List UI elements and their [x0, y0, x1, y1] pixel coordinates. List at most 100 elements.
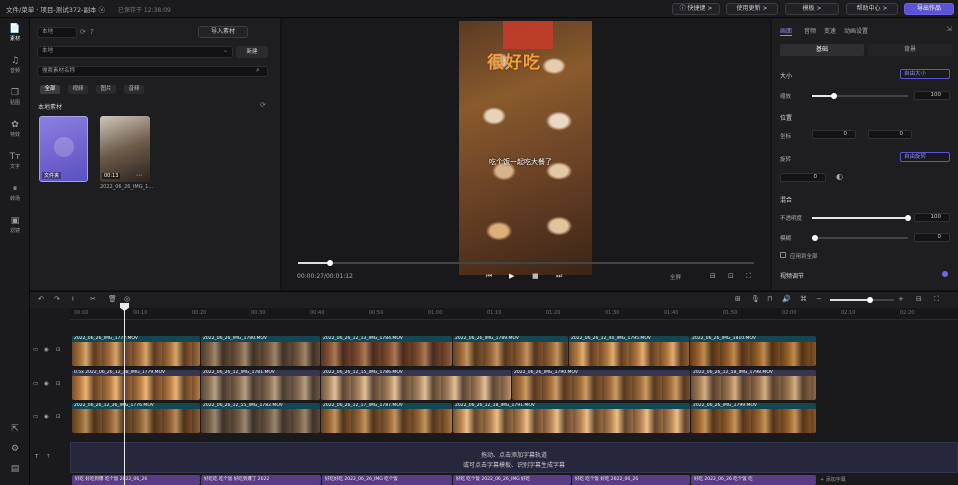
export-button[interactable]: 导出作品: [904, 3, 954, 15]
zoom-select[interactable]: 全屏: [670, 273, 681, 281]
lock-icon[interactable]: ⊡: [56, 414, 61, 420]
speaker-icon[interactable]: 🔊: [782, 295, 791, 303]
more-icon[interactable]: ⋯: [136, 172, 142, 179]
eye-icon[interactable]: ◉: [44, 381, 49, 387]
zoom-in-icon[interactable]: +: [898, 295, 904, 303]
subtitle-clip[interactable]: 好吃 吃个饭 2022_06_26_IMG 好吃: [453, 475, 571, 485]
magnet-icon[interactable]: ⊓: [767, 295, 772, 303]
pin-icon[interactable]: ⇲: [946, 25, 952, 33]
export-side-icon[interactable]: ⇱: [2, 424, 28, 434]
playhead[interactable]: [124, 305, 125, 485]
time-ruler[interactable]: 00:00 00:10 00:20 00:30 00:40 00:50 01:0…: [70, 308, 958, 320]
import-button[interactable]: 导入素材: [198, 26, 248, 38]
refresh-icon[interactable]: ⟳: [80, 28, 86, 36]
rail-item-transition[interactable]: ⏸ 转场: [2, 184, 28, 202]
zoom-out-icon[interactable]: −: [816, 295, 822, 303]
help-circle-icon[interactable]: ?: [90, 28, 94, 36]
rotate-dial-icon[interactable]: ◐: [836, 172, 843, 181]
timeline-clip[interactable]: 2022_06_26_12_36_IMG_1776.MOV: [72, 403, 200, 433]
size-mode-select[interactable]: 自由大小: [900, 69, 950, 79]
fullscreen-icon[interactable]: ⛶: [746, 272, 751, 281]
timeline-clip[interactable]: 2022_06_26_12_IMG_1781.MOV: [201, 370, 320, 400]
eye-icon[interactable]: ◉: [44, 414, 49, 420]
subtitle-clip[interactable]: 好吃好吃 2022_06_26_IMG 吃个饭: [322, 475, 452, 485]
tab-picture[interactable]: 画面: [780, 26, 793, 36]
filter-video[interactable]: 视频: [68, 85, 88, 94]
prev-frame-icon[interactable]: ⏮: [486, 272, 492, 281]
blur-slider[interactable]: [812, 235, 908, 241]
snapshot-icon[interactable]: ⊞: [735, 295, 741, 303]
timeline-clip[interactable]: 2022_06_26_12_58_IMG_1798.MOV: [691, 370, 816, 400]
settings-side-icon[interactable]: ⚙: [2, 444, 28, 454]
cut-icon[interactable]: ✂: [90, 295, 96, 303]
info-icon[interactable]: [942, 271, 948, 277]
undo-icon[interactable]: ↶: [38, 295, 44, 303]
subtab-basic[interactable]: 基础: [780, 44, 864, 56]
timeline-clip[interactable]: 2022_06_26_IMG_1777.MOV: [72, 336, 200, 366]
timeline-clip[interactable]: 2022_06_26_12_17_IMG_1787.MOV: [321, 403, 452, 433]
stop-icon[interactable]: ■: [532, 272, 539, 280]
split-icon[interactable]: ⟊: [72, 295, 74, 304]
filter-audio[interactable]: 音频: [124, 85, 144, 94]
rail-item-filter[interactable]: ▣ 滤镜: [2, 216, 28, 234]
sync-icon[interactable]: ⟳: [260, 101, 266, 109]
zoom-knob[interactable]: [867, 297, 873, 303]
tab-animation[interactable]: 动画设置: [844, 26, 868, 35]
rotate-input[interactable]: 0: [780, 173, 826, 182]
subtitle-clip[interactable]: 好吃 吃个饭 好吃 2022_06_26: [572, 475, 690, 485]
filter-all[interactable]: 全部: [40, 85, 60, 94]
video-adjust-label[interactable]: 视频调节: [780, 271, 804, 280]
lock-icon[interactable]: ⊡: [56, 347, 61, 353]
video-frame[interactable]: 很好吃 吃个饭一起吃大餐了: [459, 21, 592, 275]
update-button[interactable]: 使用更新 >: [726, 3, 778, 15]
blur-input[interactable]: 0: [914, 233, 950, 242]
eye-icon[interactable]: ◉: [44, 347, 49, 353]
rail-item-text[interactable]: Tт 文字: [2, 152, 28, 170]
timeline-clip[interactable]: 2022_06_26_12_18_IMG_1791.MOV: [453, 403, 690, 433]
timeline-clip[interactable]: 2022_06_26_12_13_IMG_1784.MOV: [321, 336, 452, 366]
delete-icon[interactable]: 🗑: [108, 295, 117, 303]
tab-speed[interactable]: 变速: [824, 26, 836, 35]
redo-icon[interactable]: ↷: [54, 295, 60, 303]
timeline-clip[interactable]: 2022_06_26_12_15_IMG_1786.MOV: [321, 370, 511, 400]
zoom-slider[interactable]: [830, 297, 894, 303]
opacity-slider[interactable]: [812, 215, 911, 221]
subtitle-clip[interactable]: 好吃 好吃到爆 吃个饭 2022_06_26: [72, 475, 200, 485]
add-subtitle-link[interactable]: + 添加字幕: [820, 476, 846, 483]
timeline-clip[interactable]: 2022_06_26_IMG_1789.MOV: [453, 336, 568, 366]
position-x-input[interactable]: 0: [812, 130, 856, 139]
subtitle-clip[interactable]: 好吃 2022_06_26 吃个饭 吃: [691, 475, 816, 485]
subtab-background[interactable]: 背景: [868, 44, 952, 56]
record-icon[interactable]: ◎: [124, 295, 130, 303]
timeline-clip[interactable]: 0.5x 2022_06_26_12_38_IMG_1779.MOV: [72, 370, 200, 400]
media-item-folder[interactable]: 文件夹: [39, 116, 88, 182]
template-button[interactable]: 模板 >: [785, 3, 839, 15]
play-icon[interactable]: ▶: [509, 272, 514, 280]
timeline-clip[interactable]: 2022_06_26_IMG_1780.MOV: [201, 336, 320, 366]
media-item-video[interactable]: 00:13 ⋯: [100, 116, 150, 182]
rail-item-effects[interactable]: ✿ 特效: [2, 120, 28, 138]
rail-item-audio[interactable]: ♫ 音频: [2, 56, 28, 74]
mic-icon[interactable]: 🎙: [751, 295, 760, 303]
rotate-mode-select[interactable]: 自由旋转: [900, 152, 950, 162]
subtitle-drop-zone[interactable]: 拖动、点击添加字幕轨道 或可点击字幕模板、识别字幕生成字幕: [70, 442, 958, 473]
progress-knob[interactable]: [327, 260, 333, 266]
shortcut-button[interactable]: ⓘ 快捷键 >: [672, 3, 720, 15]
rail-item-media[interactable]: 📄 素材: [2, 24, 28, 42]
help-button[interactable]: 帮助中心 >: [846, 3, 898, 15]
timeline-clip[interactable]: 2022_06_26_12_55_IMG_1782.MOV: [201, 403, 320, 433]
search-input[interactable]: 搜索素材名称: [37, 66, 268, 77]
search-icon[interactable]: ⌕: [256, 66, 260, 75]
timeline-clip[interactable]: 2022_06_26_IMG_1810.MOV: [690, 336, 816, 366]
add-icon[interactable]: ⇡: [46, 454, 51, 460]
playback-progress[interactable]: [298, 260, 754, 266]
rail-item-sticker[interactable]: ❐ 贴图: [2, 88, 28, 106]
link-icon[interactable]: ⌘: [800, 295, 807, 303]
lock-icon[interactable]: ⊡: [56, 381, 61, 387]
next-frame-icon[interactable]: ⏭: [556, 272, 562, 281]
position-y-input[interactable]: 0: [868, 130, 912, 139]
expand-icon[interactable]: ⛶: [934, 295, 939, 304]
source-select[interactable]: 本地: [37, 27, 77, 38]
filter-image[interactable]: 图片: [96, 85, 116, 94]
project-title[interactable]: 文件/菜单 · 项目-测试372-副本 ⓥ: [6, 4, 105, 14]
